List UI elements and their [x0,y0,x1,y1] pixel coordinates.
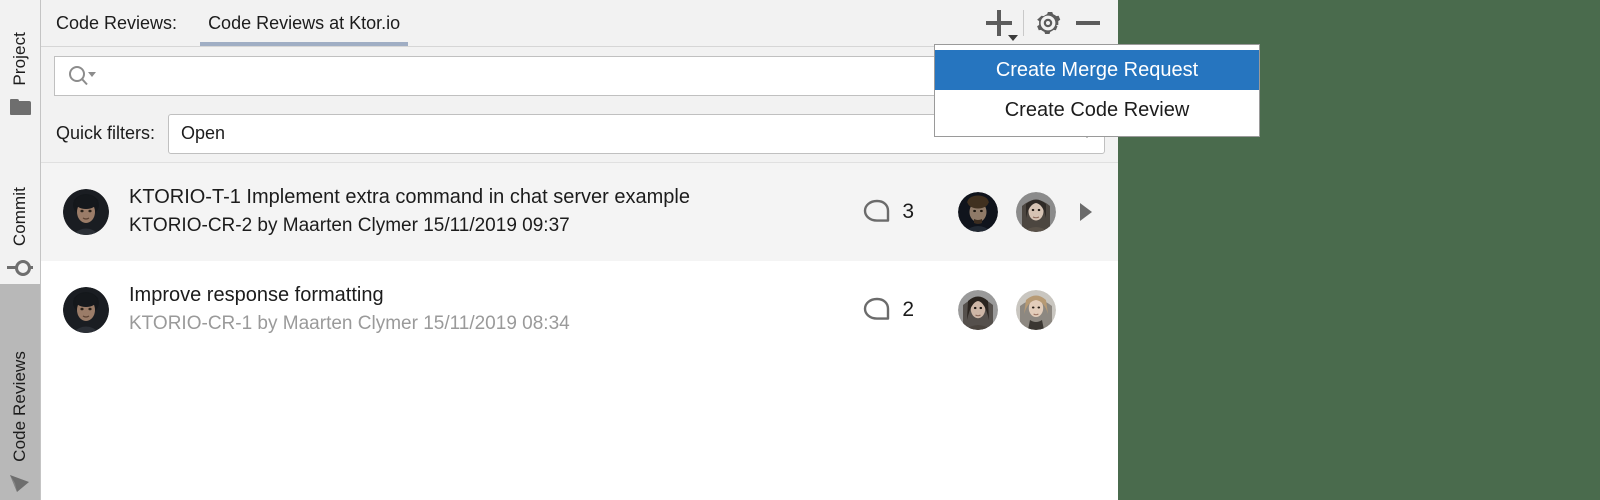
review-title: KTORIO-T-1 Implement extra command in ch… [129,186,690,208]
code-review-list: KTORIO-T-1 Implement extra command in ch… [41,163,1118,359]
minimize-button[interactable] [1068,1,1108,45]
settings-button[interactable] [1028,1,1068,45]
commit-icon [0,250,40,284]
gear-icon [1037,12,1061,34]
chevron-down-icon [1008,35,1018,41]
row-meta: 3 [863,192,1104,232]
panel-header-actions [979,0,1108,46]
left-tool-strip: Project Commit Code Reviews [0,0,41,500]
comment-bubble-icon [864,297,890,320]
participant-avatar[interactable] [1016,192,1056,232]
table-row[interactable]: Improve response formatting KTORIO-CR-1 … [41,261,1118,359]
participant-avatar[interactable] [1016,290,1056,330]
row-meta: 2 [863,290,1104,330]
comment-count-group: 3 [863,198,914,226]
create-dropdown-menu: Create Merge Request Create Code Review [934,44,1260,137]
folder-icon [0,90,40,124]
chevron-right-icon [1080,203,1092,221]
review-title: Improve response formatting [129,284,384,306]
quick-filters-label: Quick filters: [56,123,156,143]
expand-row-spacer [1068,290,1104,330]
tab-code-reviews-at-ktor-io[interactable]: Code Reviews at Ktor.io [200,0,409,46]
menu-item-create-code-review[interactable]: Create Code Review [935,90,1259,130]
sidebar-item-code-reviews[interactable]: Code Reviews [0,284,40,500]
sidebar-item-commit[interactable]: Commit [0,124,40,284]
review-subtitle: KTORIO-CR-1 by Maarten Clymer 15/11/2019… [129,313,570,334]
plus-icon [986,10,1012,36]
avatar [63,287,109,333]
participant-avatar[interactable] [958,192,998,232]
toolbar-separator [1023,10,1024,36]
expand-row-button[interactable] [1068,192,1104,232]
page-title: Code Reviews: [56,12,178,33]
avatar [63,189,109,235]
sidebar-item-project-label: Project [10,32,29,86]
row-texts: Improve response formatting KTORIO-CR-1 … [129,281,849,339]
application-window: Project Commit Code Reviews Code Reviews… [0,0,1600,500]
comment-bubble-icon [864,199,890,222]
tab-active-underline [200,42,409,46]
sidebar-item-code-reviews-label: Code Reviews [10,351,29,462]
sidebar-item-commit-label: Commit [10,186,29,246]
comment-count: 2 [902,298,914,321]
search-icon[interactable] [67,64,97,88]
participant-avatar[interactable] [958,290,998,330]
quick-filters-value: Open [181,123,226,143]
panel-header: Code Reviews: Code Reviews at Ktor.io [41,0,1118,47]
review-subtitle: KTORIO-CR-2 by Maarten Clymer 15/11/2019… [129,215,570,236]
tab-label: Code Reviews at Ktor.io [208,12,401,33]
minus-icon [1076,21,1100,25]
sidebar-item-project[interactable]: Project [0,0,40,124]
comment-count-group: 2 [863,296,914,324]
row-texts: KTORIO-T-1 Implement extra command in ch… [129,183,849,241]
comment-count: 3 [902,200,914,223]
space-icon [0,466,40,500]
add-review-button[interactable] [979,1,1019,45]
menu-item-create-merge-request[interactable]: Create Merge Request [935,50,1259,90]
table-row[interactable]: KTORIO-T-1 Implement extra command in ch… [41,163,1118,261]
